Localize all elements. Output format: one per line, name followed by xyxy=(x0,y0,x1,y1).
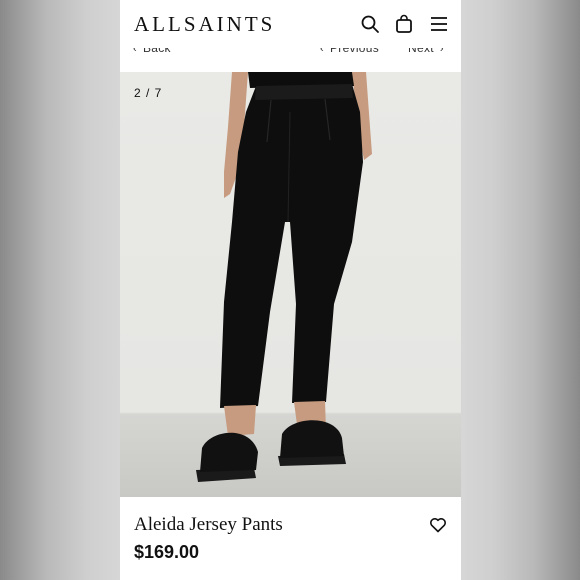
pants-waistband xyxy=(255,84,353,100)
brand-logo[interactable]: ALLSAINTS xyxy=(134,12,275,36)
search-icon[interactable] xyxy=(360,14,380,34)
product-photo xyxy=(196,72,372,482)
site-header: ALLSAINTS xyxy=(120,0,461,48)
model-ankle-left xyxy=(224,405,256,436)
product-info: Aleida Jersey Pants $169.00 xyxy=(120,497,461,580)
product-image[interactable]: 2 / 7 xyxy=(120,72,461,497)
image-counter: 2 / 7 xyxy=(134,86,163,100)
heart-icon[interactable] xyxy=(429,516,447,534)
phone-screen: ALLSAINTS ‹Back ‹Previous Next› 2 / 7 xyxy=(120,0,461,580)
bag-icon[interactable] xyxy=(394,14,414,34)
product-title: Aleida Jersey Pants xyxy=(134,514,283,535)
product-price: $169.00 xyxy=(134,542,200,562)
sandal-strap-right xyxy=(280,420,344,458)
sandal-strap-left xyxy=(200,432,258,472)
menu-icon[interactable] xyxy=(429,14,449,34)
